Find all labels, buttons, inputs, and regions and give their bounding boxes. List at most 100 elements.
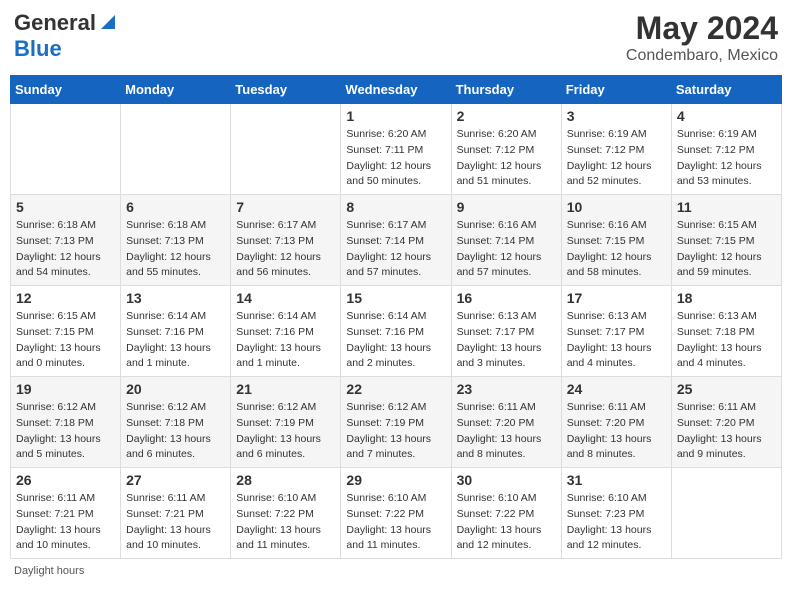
location-subtitle: Condembaro, Mexico: [626, 47, 778, 65]
day-detail: Sunrise: 6:13 AM Sunset: 7:17 PM Dayligh…: [457, 309, 556, 372]
day-number: 7: [236, 199, 335, 215]
day-number: 2: [457, 108, 556, 124]
day-number: 25: [677, 381, 776, 397]
day-number: 24: [567, 381, 666, 397]
calendar-week-row: 1 Sunrise: 6:20 AM Sunset: 7:11 PM Daylig…: [11, 104, 782, 195]
day-detail: Sunrise: 6:19 AM Sunset: 7:12 PM Dayligh…: [677, 127, 776, 190]
day-number: 21: [236, 381, 335, 397]
calendar-cell: 28Sunrise: 6:10 AM Sunset: 7:22 PM Dayli…: [231, 468, 341, 559]
day-detail: Sunrise: 6:15 AM Sunset: 7:15 PM Dayligh…: [16, 309, 115, 372]
day-detail: Sunrise: 6:14 AM Sunset: 7:16 PM Dayligh…: [236, 309, 335, 372]
day-detail: Sunrise: 6:18 AM Sunset: 7:13 PM Dayligh…: [16, 218, 115, 281]
calendar-cell: 15 Sunrise: 6:14 AM Sunset: 7:16 PM Dayli…: [341, 286, 451, 377]
calendar-cell: 9 Sunrise: 6:16 AM Sunset: 7:14 PM Daylig…: [451, 195, 561, 286]
calendar-cell: 12 Sunrise: 6:15 AM Sunset: 7:15 PM Dayli…: [11, 286, 121, 377]
calendar-cell: [671, 468, 781, 559]
calendar-cell: 4 Sunrise: 6:19 AM Sunset: 7:12 PM Daylig…: [671, 104, 781, 195]
calendar-cell: 31Sunrise: 6:10 AM Sunset: 7:23 PM Dayli…: [561, 468, 671, 559]
calendar-cell: 16 Sunrise: 6:13 AM Sunset: 7:17 PM Dayli…: [451, 286, 561, 377]
calendar-cell: 11 Sunrise: 6:15 AM Sunset: 7:15 PM Dayli…: [671, 195, 781, 286]
col-tuesday: Tuesday: [231, 76, 341, 104]
col-sunday: Sunday: [11, 76, 121, 104]
calendar-cell: 13 Sunrise: 6:14 AM Sunset: 7:16 PM Dayli…: [121, 286, 231, 377]
calendar-cell: 20Sunrise: 6:12 AM Sunset: 7:18 PM Dayli…: [121, 377, 231, 468]
calendar-cell: 29 Sunrise: 6:10 AM Sunset: 7:22 PM Dayli…: [341, 468, 451, 559]
calendar-cell: 21 Sunrise: 6:12 AM Sunset: 7:19 PM Dayli…: [231, 377, 341, 468]
col-wednesday: Wednesday: [341, 76, 451, 104]
logo-triangle-icon: [99, 13, 117, 36]
day-number: 30: [457, 472, 556, 488]
calendar-header-row: Sunday Monday Tuesday Wednesday Thursday…: [11, 76, 782, 104]
day-number: 8: [346, 199, 445, 215]
calendar-cell: 30 Sunrise: 6:10 AM Sunset: 7:22 PM Dayli…: [451, 468, 561, 559]
calendar-cell: 19Sunrise: 6:12 AM Sunset: 7:18 PM Dayli…: [11, 377, 121, 468]
logo-blue-text: Blue: [14, 36, 62, 61]
day-detail: Sunrise: 6:18 AM Sunset: 7:13 PM Dayligh…: [126, 218, 225, 281]
calendar-cell: 23 Sunrise: 6:11 AM Sunset: 7:20 PM Dayli…: [451, 377, 561, 468]
day-detail: Sunrise: 6:15 AM Sunset: 7:15 PM Dayligh…: [677, 218, 776, 281]
col-thursday: Thursday: [451, 76, 561, 104]
day-number: 15: [346, 290, 445, 306]
day-detail: Sunrise: 6:10 AM Sunset: 7:23 PM Dayligh…: [567, 491, 666, 554]
day-number: 14: [236, 290, 335, 306]
calendar-week-row: 26 Sunrise: 6:11 AM Sunset: 7:21 PM Dayli…: [11, 468, 782, 559]
day-number: 1: [346, 108, 445, 124]
day-detail: Sunrise: 6:11 AM Sunset: 7:20 PM Dayligh…: [567, 400, 666, 463]
day-number: 5: [16, 199, 115, 215]
day-number: 22: [346, 381, 445, 397]
calendar-cell: 25 Sunrise: 6:11 AM Sunset: 7:20 PM Dayli…: [671, 377, 781, 468]
day-number: 13: [126, 290, 225, 306]
day-number: 23: [457, 381, 556, 397]
calendar-cell: 18Sunrise: 6:13 AM Sunset: 7:18 PM Dayli…: [671, 286, 781, 377]
title-area: May 2024 Condembaro, Mexico: [626, 10, 778, 65]
day-number: 4: [677, 108, 776, 124]
day-number: 16: [457, 290, 556, 306]
day-number: 12: [16, 290, 115, 306]
day-detail: Sunrise: 6:12 AM Sunset: 7:18 PM Dayligh…: [16, 400, 115, 463]
col-monday: Monday: [121, 76, 231, 104]
day-detail: Sunrise: 6:10 AM Sunset: 7:22 PM Dayligh…: [457, 491, 556, 554]
page-header: General Blue May 2024 Condembaro, Mexico: [10, 10, 782, 65]
day-number: 10: [567, 199, 666, 215]
day-detail: Sunrise: 6:12 AM Sunset: 7:19 PM Dayligh…: [346, 400, 445, 463]
col-friday: Friday: [561, 76, 671, 104]
day-number: 29: [346, 472, 445, 488]
calendar-cell: 1 Sunrise: 6:20 AM Sunset: 7:11 PM Daylig…: [341, 104, 451, 195]
day-detail: Sunrise: 6:17 AM Sunset: 7:14 PM Dayligh…: [346, 218, 445, 281]
day-detail: Sunrise: 6:20 AM Sunset: 7:11 PM Dayligh…: [346, 127, 445, 190]
day-detail: Sunrise: 6:12 AM Sunset: 7:19 PM Dayligh…: [236, 400, 335, 463]
day-detail: Sunrise: 6:11 AM Sunset: 7:20 PM Dayligh…: [677, 400, 776, 463]
day-detail: Sunrise: 6:13 AM Sunset: 7:18 PM Dayligh…: [677, 309, 776, 372]
day-number: 26: [16, 472, 115, 488]
footer: Daylight hours: [10, 565, 782, 577]
day-detail: Sunrise: 6:14 AM Sunset: 7:16 PM Dayligh…: [126, 309, 225, 372]
day-detail: Sunrise: 6:14 AM Sunset: 7:16 PM Dayligh…: [346, 309, 445, 372]
day-detail: Sunrise: 6:12 AM Sunset: 7:18 PM Dayligh…: [126, 400, 225, 463]
calendar-cell: [121, 104, 231, 195]
day-number: 6: [126, 199, 225, 215]
calendar-table: Sunday Monday Tuesday Wednesday Thursday…: [10, 75, 782, 559]
day-detail: Sunrise: 6:16 AM Sunset: 7:14 PM Dayligh…: [457, 218, 556, 281]
day-detail: Sunrise: 6:10 AM Sunset: 7:22 PM Dayligh…: [346, 491, 445, 554]
logo-general-text: General: [14, 10, 96, 36]
logo: General Blue: [14, 10, 117, 62]
day-detail: Sunrise: 6:11 AM Sunset: 7:20 PM Dayligh…: [457, 400, 556, 463]
day-number: 27: [126, 472, 225, 488]
calendar-cell: 17Sunrise: 6:13 AM Sunset: 7:17 PM Dayli…: [561, 286, 671, 377]
day-detail: Sunrise: 6:17 AM Sunset: 7:13 PM Dayligh…: [236, 218, 335, 281]
calendar-cell: 2 Sunrise: 6:20 AM Sunset: 7:12 PM Daylig…: [451, 104, 561, 195]
calendar-week-row: 5 Sunrise: 6:18 AM Sunset: 7:13 PM Daylig…: [11, 195, 782, 286]
day-detail: Sunrise: 6:19 AM Sunset: 7:12 PM Dayligh…: [567, 127, 666, 190]
calendar-cell: 5 Sunrise: 6:18 AM Sunset: 7:13 PM Daylig…: [11, 195, 121, 286]
day-detail: Sunrise: 6:20 AM Sunset: 7:12 PM Dayligh…: [457, 127, 556, 190]
day-number: 11: [677, 199, 776, 215]
col-saturday: Saturday: [671, 76, 781, 104]
day-detail: Sunrise: 6:16 AM Sunset: 7:15 PM Dayligh…: [567, 218, 666, 281]
day-number: 9: [457, 199, 556, 215]
daylight-hours-label: Daylight hours: [14, 565, 84, 577]
calendar-cell: 8 Sunrise: 6:17 AM Sunset: 7:14 PM Daylig…: [341, 195, 451, 286]
calendar-cell: 24 Sunrise: 6:11 AM Sunset: 7:20 PM Dayli…: [561, 377, 671, 468]
calendar-cell: 6 Sunrise: 6:18 AM Sunset: 7:13 PM Daylig…: [121, 195, 231, 286]
day-detail: Sunrise: 6:11 AM Sunset: 7:21 PM Dayligh…: [16, 491, 115, 554]
calendar-week-row: 12 Sunrise: 6:15 AM Sunset: 7:15 PM Dayli…: [11, 286, 782, 377]
